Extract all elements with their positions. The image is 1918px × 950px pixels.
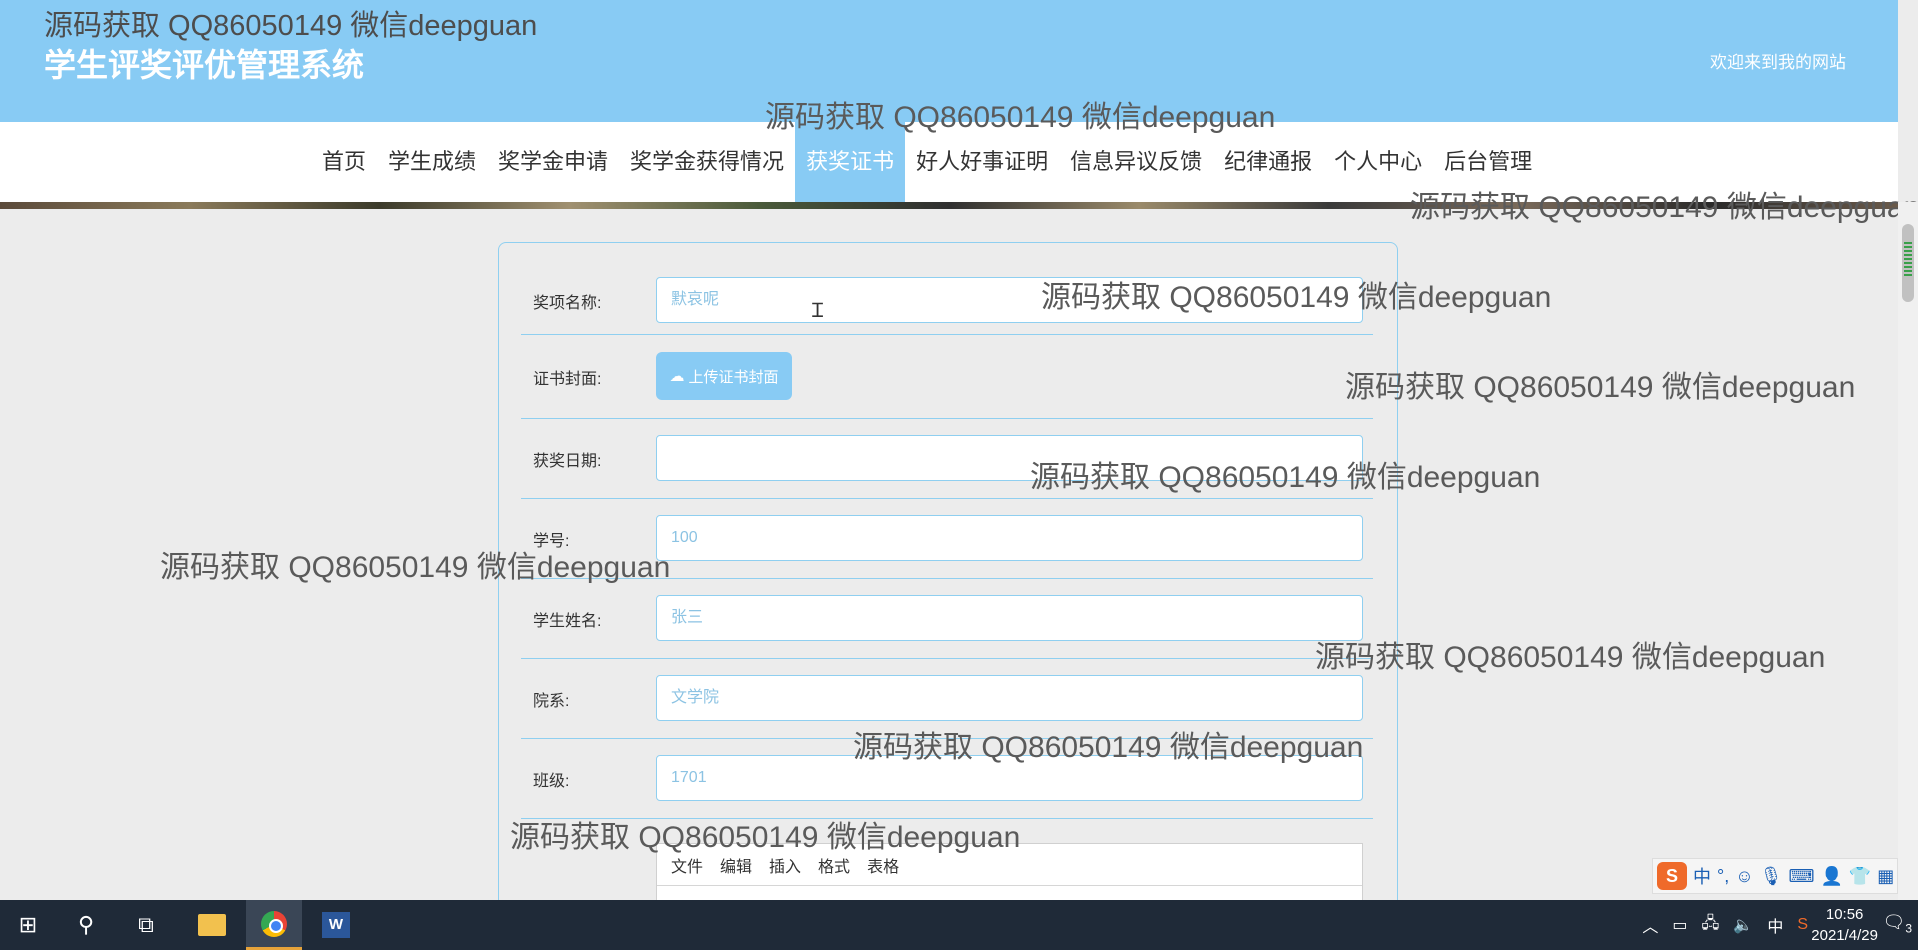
form-row-certificate-cover: 证书封面: ☁ 上传证书封面 <box>521 335 1373 419</box>
nav-item-scholarship-results[interactable]: 奖学金获得情况 <box>619 122 795 202</box>
sogou-logo-icon[interactable]: S <box>1657 862 1687 890</box>
form-row-class: 班级: 1701 <box>521 739 1373 819</box>
taskbar-clock[interactable]: 10:56 2021/4/29 <box>1811 904 1878 946</box>
search-icon[interactable]: ⚲ <box>58 900 114 950</box>
welcome-text: 欢迎来到我的网站 <box>1710 53 1846 72</box>
network-icon[interactable]: 🖧 <box>1702 912 1720 939</box>
certificate-form: 奖项名称: 默哀呢 证书封面: ☁ 上传证书封面 获奖日期: 学号: 100 学… <box>498 242 1398 950</box>
student-id-input[interactable]: 100 <box>656 515 1363 561</box>
notification-count: 3 <box>1905 921 1912 936</box>
notification-icon[interactable]: 🗨3 <box>1882 912 1912 936</box>
editor-menubar: 文件 编辑 插入 格式 表格 <box>657 844 1362 886</box>
word-icon[interactable]: W <box>308 900 364 950</box>
department-input[interactable]: 文学院 <box>656 675 1363 721</box>
windows-start-icon[interactable]: ⊞ <box>0 900 56 950</box>
nav-item-profile[interactable]: 个人中心 <box>1323 122 1433 202</box>
editor-menu-format[interactable]: 格式 <box>818 853 850 877</box>
class-label: 班级: <box>533 773 570 790</box>
nav-item-award-certificates[interactable]: 获奖证书 <box>795 122 906 202</box>
nav-item-discipline[interactable]: 纪律通报 <box>1213 122 1323 202</box>
form-row-student-name: 学生姓名: 张三 <box>521 579 1373 659</box>
form-row-award-name: 奖项名称: 默哀呢 <box>521 265 1373 335</box>
class-input[interactable]: 1701 <box>656 755 1363 801</box>
skin-icon[interactable]: 👕 <box>1849 866 1871 887</box>
editor-menu-insert[interactable]: 插入 <box>769 853 801 877</box>
sogou-tray-icon[interactable]: S <box>1797 916 1808 934</box>
upload-cover-button[interactable]: ☁ 上传证书封面 <box>656 352 792 400</box>
student-name-input[interactable]: 张三 <box>656 595 1363 641</box>
form-row-department: 院系: 文学院 <box>521 659 1373 739</box>
form-row-student-id: 学号: 100 <box>521 499 1373 579</box>
chrome-icon[interactable] <box>246 900 302 950</box>
editor-menu-table[interactable]: 表格 <box>867 853 899 877</box>
nav-item-good-deeds[interactable]: 好人好事证明 <box>905 122 1059 202</box>
site-header: 源码获取 QQ86050149 微信deepguan 学生评奖评优管理系统 欢迎… <box>0 0 1898 122</box>
volume-icon[interactable]: 🔈 <box>1733 915 1753 935</box>
clock-time: 10:56 <box>1825 906 1864 923</box>
ime-toolbar: S 中 °, ☺ 🎙 ⌨ 👤 👕 ▦ <box>1652 858 1898 894</box>
clock-date: 2021/4/29 <box>1811 927 1878 944</box>
award-date-input[interactable] <box>656 435 1363 481</box>
nav-list: 首页 学生成绩 奖学金申请 奖学金获得情况 获奖证书 好人好事证明 信息异议反馈… <box>311 122 1543 202</box>
department-label: 院系: <box>533 693 570 710</box>
watermark: 源码获取 QQ86050149 微信deepguan <box>44 10 538 42</box>
nav-item-admin[interactable]: 后台管理 <box>1433 122 1543 202</box>
battery-icon[interactable]: ▭ <box>1672 915 1687 935</box>
award-name-label: 奖项名称: <box>533 295 602 312</box>
editor-menu-edit[interactable]: 编辑 <box>720 853 752 877</box>
tray-chevron-up-icon[interactable]: ︿ <box>1642 913 1658 937</box>
student-name-label: 学生姓名: <box>533 613 602 630</box>
microphone-icon[interactable]: 🎙 <box>1760 866 1783 887</box>
ime-mode[interactable]: 中 <box>1693 863 1711 889</box>
upload-cover-label: 上传证书封面 <box>688 368 779 386</box>
ime-punct[interactable]: °, <box>1717 866 1729 887</box>
nav-item-feedback[interactable]: 信息异议反馈 <box>1059 122 1213 202</box>
page-scrollbar[interactable] <box>1898 202 1918 902</box>
main-nav: 首页 学生成绩 奖学金申请 奖学金获得情况 获奖证书 好人好事证明 信息异议反馈… <box>0 122 1898 202</box>
nav-item-scholarship-apply[interactable]: 奖学金申请 <box>487 122 619 202</box>
student-id-label: 学号: <box>533 533 570 550</box>
banner-image <box>0 202 1898 209</box>
system-tray: ︿ ▭ 🖧 🔈 中 S <box>1642 900 1808 950</box>
keyboard-icon[interactable]: ⌨ <box>1788 866 1814 887</box>
cloud-upload-icon: ☁ <box>669 368 685 385</box>
form-row-award-date: 获奖日期: <box>521 419 1373 499</box>
editor-menu-file[interactable]: 文件 <box>671 853 703 877</box>
tray-language[interactable]: 中 <box>1767 913 1783 937</box>
scrollbar-grip-icon <box>1904 242 1912 278</box>
nav-item-student-grades[interactable]: 学生成绩 <box>377 122 487 202</box>
emoji-icon[interactable]: ☺ <box>1735 866 1753 887</box>
task-view-icon[interactable]: ⧉ <box>118 900 174 950</box>
watermark: 源码获取 QQ86050149 微信deepguan <box>1345 371 1856 404</box>
file-explorer-icon[interactable] <box>184 900 240 950</box>
nav-item-home[interactable]: 首页 <box>311 122 377 202</box>
site-title: 学生评奖评优管理系统 <box>44 47 365 83</box>
grid-icon[interactable]: ▦ <box>1877 866 1894 887</box>
certificate-cover-label: 证书封面: <box>533 371 602 388</box>
user-icon[interactable]: 👤 <box>1820 866 1842 887</box>
text-cursor-icon: Ɪ <box>812 298 824 322</box>
award-date-label: 获奖日期: <box>533 453 602 470</box>
award-name-input[interactable]: 默哀呢 <box>656 277 1363 323</box>
windows-taskbar: ⊞ ⚲ ⧉ W ︿ ▭ 🖧 🔈 中 S 10:56 2021/4/29 🗨3 <box>0 900 1918 950</box>
